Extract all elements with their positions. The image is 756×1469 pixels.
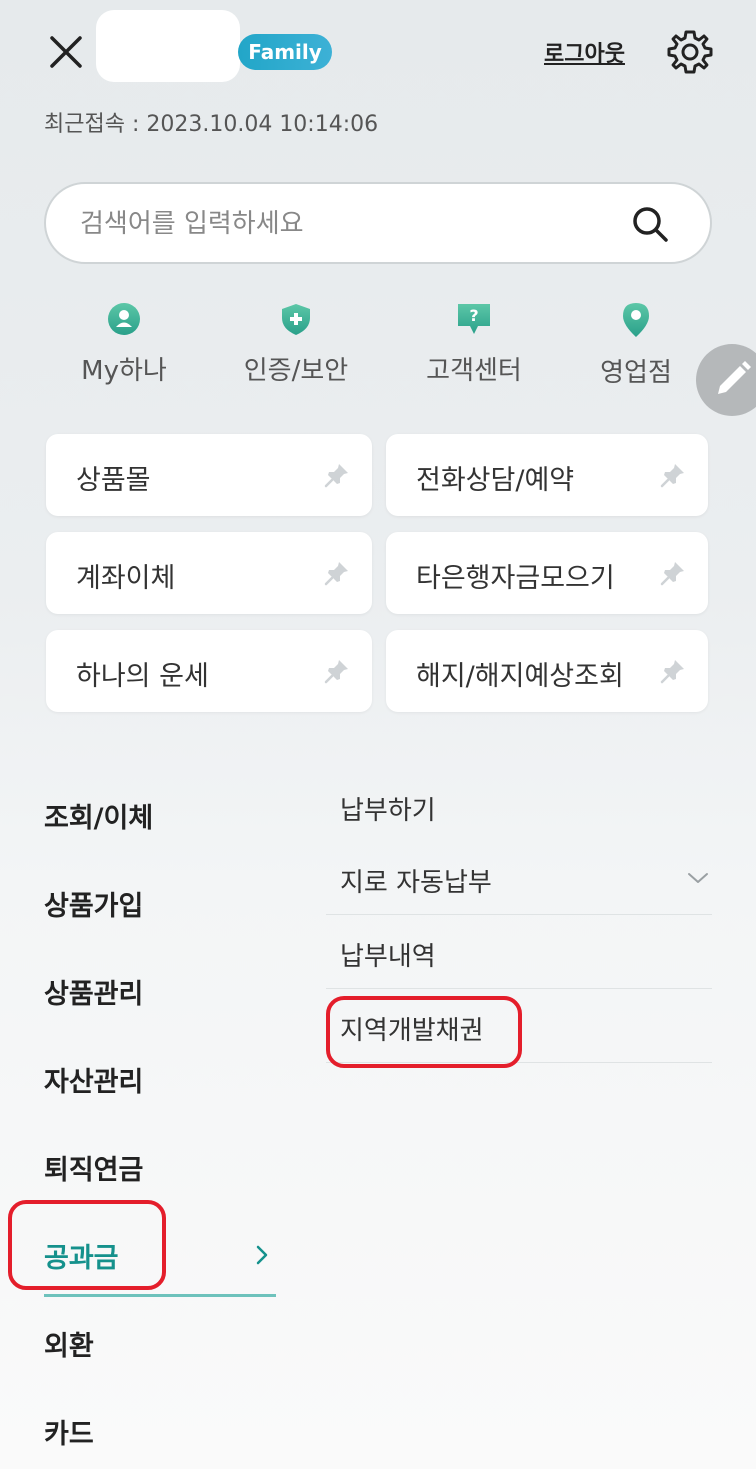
shortcut-label: 해지/해지예상조회 [416, 661, 624, 692]
edit-shortcuts-button[interactable] [696, 344, 756, 416]
membership-badge: Family [238, 34, 332, 70]
shortcut-card[interactable]: 상품몰 [46, 434, 372, 516]
shortcut-card[interactable]: 계좌이체 [46, 532, 372, 614]
quick-menu-label: 영업점 [600, 358, 672, 388]
shortcut-card[interactable]: 전화상담/예약 [386, 434, 708, 516]
person-icon [108, 303, 140, 335]
shortcut-label: 하나의 운세 [76, 661, 209, 692]
sub-item-pay[interactable]: 납부하기 [340, 790, 436, 827]
settings-button[interactable] [666, 28, 714, 76]
shield-plus-icon [282, 304, 310, 335]
pin-icon[interactable] [324, 658, 350, 684]
question-chat-icon: ? [458, 304, 490, 334]
quick-menu-label: 고객센터 [426, 356, 522, 386]
sub-item-payment-history[interactable]: 납부내역 [340, 936, 436, 973]
pin-icon[interactable] [660, 462, 686, 488]
shortcut-label: 상품몰 [76, 465, 151, 496]
pin-icon[interactable] [660, 560, 686, 586]
pencil-icon [718, 361, 751, 394]
logout-link[interactable]: 로그아웃 [544, 36, 625, 68]
category-card[interactable]: 카드 [44, 1412, 94, 1451]
close-button[interactable] [46, 32, 86, 72]
pin-icon[interactable] [324, 462, 350, 488]
quick-menu-label: 인증/보안 [243, 356, 349, 386]
chevron-right-icon [256, 1245, 268, 1265]
location-pin-icon [623, 303, 649, 337]
user-name-redacted [96, 10, 240, 82]
active-category-underline [44, 1294, 276, 1297]
search-icon[interactable] [630, 204, 670, 244]
highlight-box [8, 1200, 166, 1290]
close-icon [50, 36, 82, 68]
gear-icon [667, 30, 713, 74]
quick-menu-my-hana[interactable]: My하나 [54, 302, 194, 392]
category-foreign-exchange[interactable]: 외환 [44, 1324, 94, 1363]
pin-icon[interactable] [660, 658, 686, 684]
quick-menu-customer-center[interactable]: ? 고객센터 [404, 302, 544, 392]
category-product-management[interactable]: 상품관리 [44, 972, 143, 1011]
svg-text:?: ? [469, 306, 478, 325]
shortcut-card[interactable]: 해지/해지예상조회 [386, 630, 708, 712]
divider [326, 914, 712, 915]
category-retirement-pension[interactable]: 퇴직연금 [44, 1148, 143, 1187]
last-login-text: 최근접속 : 2023.10.04 10:14:06 [44, 112, 379, 137]
highlight-box [326, 996, 522, 1068]
category-inquiry-transfer[interactable]: 조회/이체 [44, 796, 153, 835]
shortcut-label: 전화상담/예약 [416, 465, 575, 496]
search-bar [44, 182, 712, 264]
quick-menu-security[interactable]: 인증/보안 [226, 302, 366, 392]
shortcut-label: 타은행자금모으기 [416, 563, 615, 594]
divider [326, 988, 712, 989]
shortcut-label: 계좌이체 [76, 563, 176, 594]
shortcut-card[interactable]: 타은행자금모으기 [386, 532, 708, 614]
category-product-signup[interactable]: 상품가입 [44, 884, 143, 923]
category-asset-management[interactable]: 자산관리 [44, 1060, 143, 1099]
quick-menu-label: My하나 [81, 356, 167, 386]
quick-menu-branch[interactable]: 영업점 [566, 302, 706, 392]
search-input[interactable] [80, 204, 620, 244]
pin-icon[interactable] [324, 560, 350, 586]
shortcut-card[interactable]: 하나의 운세 [46, 630, 372, 712]
chevron-down-icon[interactable] [686, 870, 710, 886]
sub-item-giro-autopay[interactable]: 지로 자동납부 [340, 862, 492, 899]
